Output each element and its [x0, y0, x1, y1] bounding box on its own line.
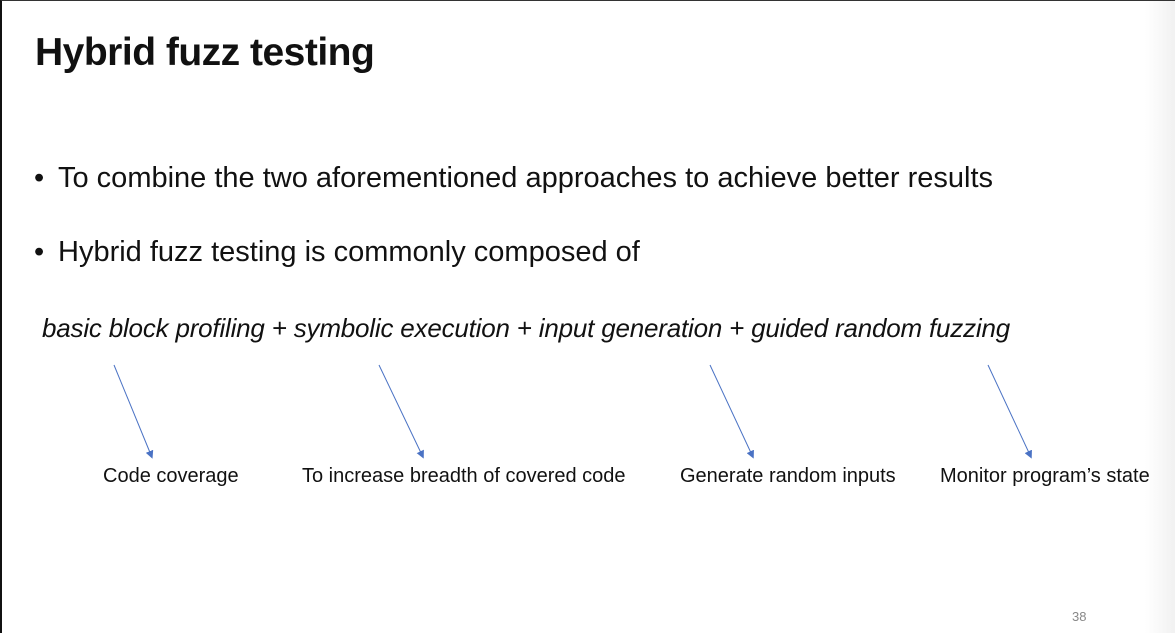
arrow-input-generation	[709, 364, 754, 459]
bullet-text: Hybrid fuzz testing is commonly composed…	[58, 236, 640, 268]
bullet-glyph: •	[34, 236, 45, 268]
bullet-item: • Hybrid fuzz testing is commonly compos…	[32, 233, 993, 271]
arrow-symbolic-execution	[378, 364, 424, 459]
annotation-code-coverage: Code coverage	[103, 465, 239, 487]
arrow-basic-block-profiling	[113, 364, 154, 459]
bullet-text: To combine the two aforementioned approa…	[58, 162, 993, 194]
annotation-monitor-state: Monitor program’s state	[940, 465, 1150, 487]
slide-title: Hybrid fuzz testing	[35, 31, 375, 74]
slide: Hybrid fuzz testing • To combine the two…	[0, 0, 1175, 633]
page-number: 38	[1072, 609, 1087, 624]
composition-formula: basic block profiling + symbolic executi…	[42, 313, 1010, 343]
bullet-list: • To combine the two aforementioned appr…	[32, 159, 993, 307]
annotation-generate-inputs: Generate random inputs	[680, 465, 896, 487]
bullet-item: • To combine the two aforementioned appr…	[32, 159, 993, 197]
bullet-glyph: •	[34, 162, 45, 194]
arrow-guided-random-fuzzing	[987, 364, 1032, 459]
annotation-increase-breadth: To increase breadth of covered code	[302, 465, 626, 487]
